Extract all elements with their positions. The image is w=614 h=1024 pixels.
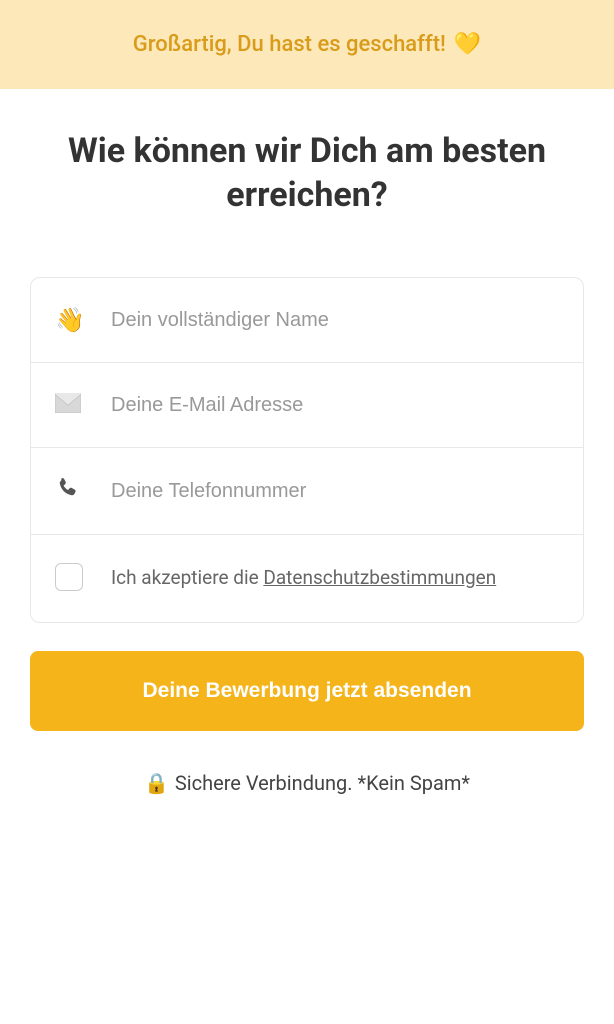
name-row: 👋 [31,278,583,363]
page-title: Wie können wir Dich am besten erreichen? [30,129,584,217]
phone-row [31,448,583,535]
success-banner: Großartig, Du hast es geschafft! 💛 [0,0,614,89]
content-area: Wie können wir Dich am besten erreichen?… [0,89,614,835]
envelope-icon [55,391,91,419]
phone-icon [55,476,91,506]
email-input[interactable] [111,394,559,417]
lock-icon: 🔒 [144,771,169,795]
privacy-prefix: Ich akzeptiere die [111,566,263,589]
name-input[interactable] [111,309,559,332]
privacy-row: Ich akzeptiere die Datenschutzbestimmung… [31,535,583,621]
wave-icon: 👋 [55,306,91,334]
privacy-link[interactable]: Datenschutzbestimmungen [263,566,496,589]
footer: 🔒 Sichere Verbindung. *Kein Spam* [30,771,584,815]
footer-text: Sichere Verbindung. *Kein Spam* [175,771,470,795]
privacy-label: Ich akzeptiere die Datenschutzbestimmung… [111,563,496,593]
banner-text: Großartig, Du hast es geschafft! [133,32,446,57]
phone-input[interactable] [111,480,559,503]
privacy-checkbox[interactable] [55,563,83,591]
submit-button[interactable]: Deine Bewerbung jetzt absenden [30,651,584,731]
email-row [31,363,583,448]
form-card: 👋 Ich akzeptier [30,277,584,622]
heart-icon: 💛 [454,32,481,57]
